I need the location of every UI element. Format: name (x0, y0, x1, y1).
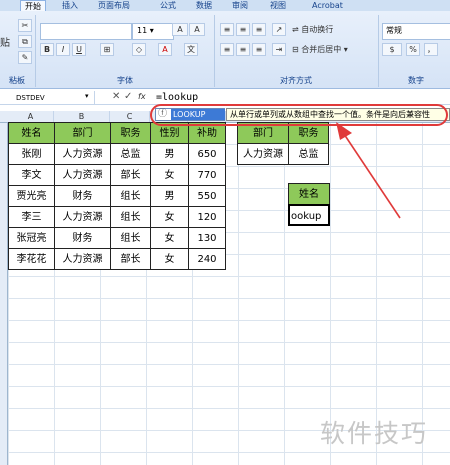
annotation-arrow (336, 122, 401, 219)
watermark: 软件技巧 (320, 419, 429, 448)
